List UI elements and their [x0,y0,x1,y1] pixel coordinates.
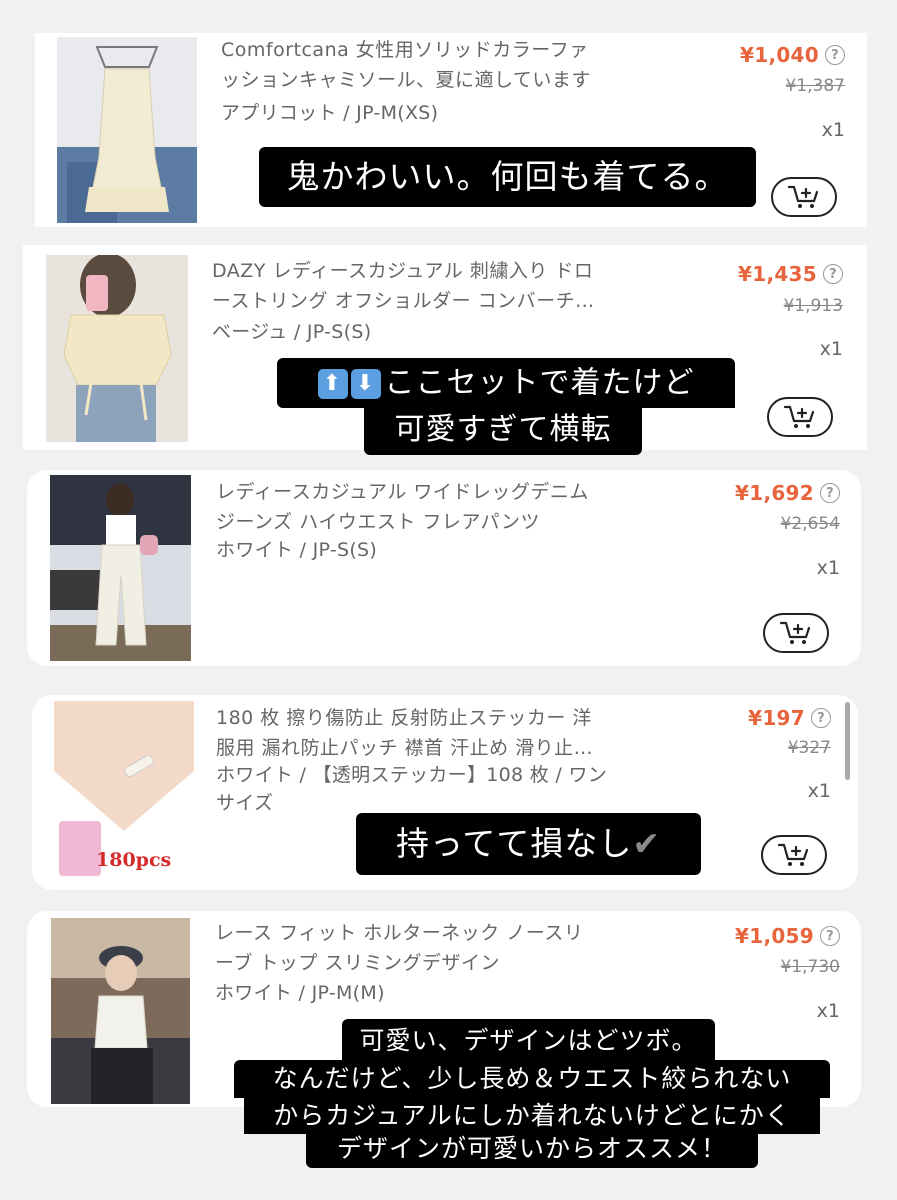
product-title[interactable]: レース フィット ホルターネック ノースリ ーブ トップ スリミングデザイン [215,918,665,978]
product-image-label: 180pcs [96,849,171,871]
add-to-cart-button[interactable] [763,613,829,653]
product-image[interactable] [50,475,191,661]
product-variant[interactable]: ベージュ / JP-S(S) [212,318,371,346]
sale-price: ¥197 ? [748,706,831,730]
quantity: x1 [821,119,845,141]
product-title-line: ーブ トップ スリミングデザイン [215,952,500,974]
cart-item-card[interactable]: レディースカジュアル ワイドレッグデニム ジーンズ ハイウエスト フレアパンツ … [27,470,861,666]
product-variant[interactable]: ホワイト / 【透明ステッカー】108 枚 / ワン サイズ [216,761,607,817]
quantity: x1 [816,557,840,579]
product-title[interactable]: Comfortcana 女性用ソリッドカラーファ ッションキャミソール、夏に適し… [221,35,661,95]
quantity: x1 [816,1000,840,1022]
original-price: ¥1,913 [783,296,843,316]
product-title[interactable]: DAZY レディースカジュアル 刺繍入り ドロ ーストリング オフショルダー コ… [212,256,662,316]
review-caption: デザインが可愛いからオススメ！ [306,1130,758,1168]
product-variant[interactable]: ホワイト / JP-S(S) [216,536,377,564]
product-title-line: レース フィット ホルターネック ノースリ [215,922,584,944]
original-price: ¥327 [787,738,831,758]
add-to-cart-icon [777,843,809,866]
price-value: ¥1,040 [740,43,819,67]
price-value: ¥1,692 [735,481,814,505]
original-price: ¥2,654 [780,514,840,534]
sale-price: ¥1,040 ? [740,43,845,67]
product-title-line: ーストリング オフショルダー コンバーチ… [212,290,595,312]
quantity: x1 [807,780,831,802]
down-arrow-icon: ⬇ [350,368,381,399]
price-value: ¥197 [748,706,805,730]
info-icon[interactable]: ? [823,264,843,284]
scrollbar[interactable] [845,702,850,780]
product-title-line: Comfortcana 女性用ソリッドカラーファ [221,39,589,61]
original-price: ¥1,730 [780,957,840,977]
add-to-cart-button[interactable] [771,177,837,217]
review-caption: 可愛い、デザインはどツボ。 [342,1019,715,1063]
product-title-line: ジーンズ ハイウエスト フレアパンツ [216,511,540,533]
info-icon[interactable]: ? [811,708,831,728]
check-mark-icon: ✔ [632,824,661,863]
sale-price: ¥1,435 ? [738,262,843,286]
review-caption: 持ってて損なし✔ [356,813,701,875]
variant-line: ホワイト / 【透明ステッカー】108 枚 / ワン [216,764,608,786]
product-variant[interactable]: ホワイト / JP-M(M) [215,979,385,1007]
product-image[interactable] [46,255,188,442]
sale-price: ¥1,692 ? [735,481,840,505]
product-image[interactable] [57,37,197,223]
info-icon[interactable]: ? [825,45,845,65]
product-image[interactable] [51,918,190,1104]
product-title-line: 服用 漏れ防止パッチ 襟首 汗止め 滑り止… [216,737,594,759]
quantity: x1 [819,338,843,360]
sale-price: ¥1,059 ? [735,924,840,948]
review-caption: 鬼かわいい。何回も着てる。 [259,147,756,207]
up-arrow-icon: ⬆ [317,368,348,399]
price-value: ¥1,435 [738,262,817,286]
product-variant[interactable]: アプリコット / JP-M(XS) [221,99,438,127]
product-title-line: DAZY レディースカジュアル 刺繍入り ドロ [212,260,594,282]
product-title-line: 180 枚 擦り傷防止 反射防止ステッカー 洋 [216,707,592,729]
price-value: ¥1,059 [735,924,814,948]
product-title-line: ッションキャミソール、夏に適しています [221,69,591,91]
original-price: ¥1,387 [785,76,845,96]
info-icon[interactable]: ? [820,926,840,946]
add-to-cart-icon [783,405,815,428]
product-image[interactable]: 180pcs [54,701,194,885]
product-title-line: レディースカジュアル ワイドレッグデニム [216,481,589,503]
caption-line: ここセットで着たけど [384,365,695,401]
caption-text: 持ってて損なし [395,824,633,863]
info-icon[interactable]: ? [820,483,840,503]
add-to-cart-icon [787,185,819,208]
review-caption: ⬆ ⬇ ここセットで着たけど [277,358,735,408]
review-caption: からカジュアルにしか着れないけどとにかく [244,1097,820,1134]
add-to-cart-icon [779,621,811,644]
product-title[interactable]: 180 枚 擦り傷防止 反射防止ステッカー 洋 服用 漏れ防止パッチ 襟首 汗止… [216,703,666,763]
review-caption: 可愛すぎて横転 [364,405,642,455]
add-to-cart-button[interactable] [761,835,827,875]
add-to-cart-button[interactable] [767,397,833,437]
review-caption: なんだけど、少し長め＆ウエスト絞られない [234,1060,830,1098]
product-title[interactable]: レディースカジュアル ワイドレッグデニム ジーンズ ハイウエスト フレアパンツ [216,477,666,537]
